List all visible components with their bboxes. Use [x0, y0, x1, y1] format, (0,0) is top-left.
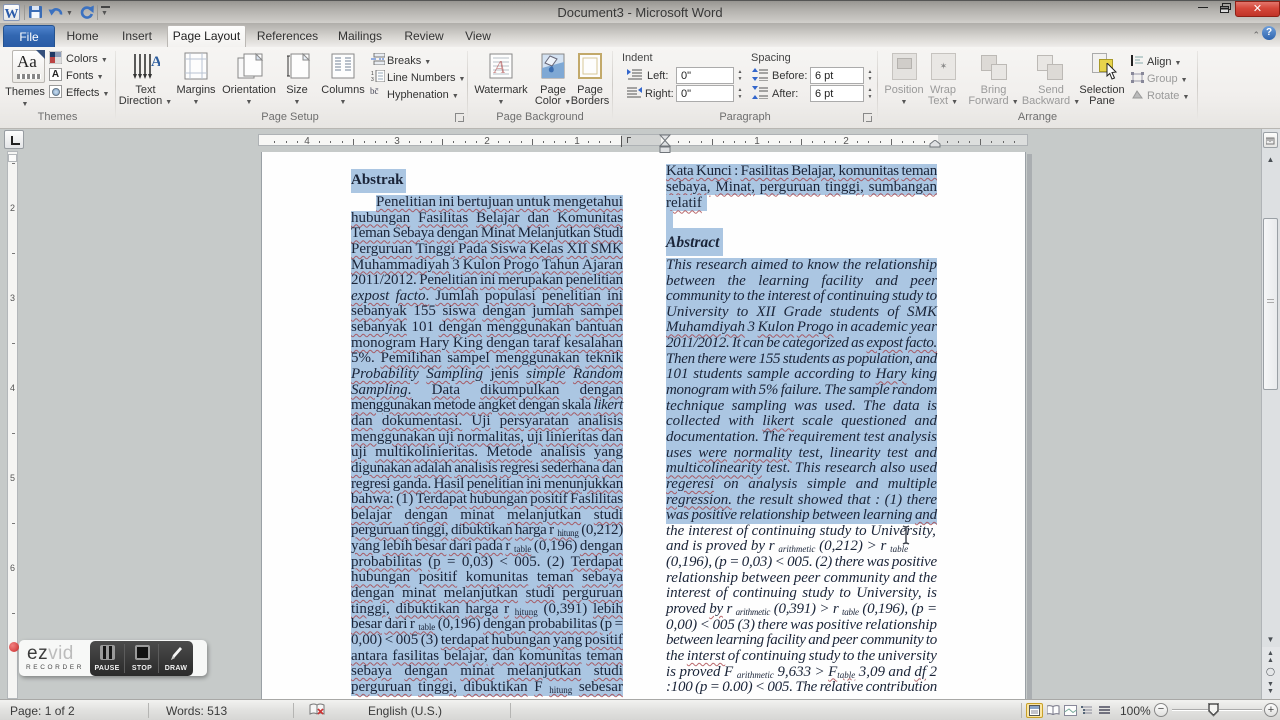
svg-text:A: A: [493, 57, 506, 77]
svg-text:3: 3: [371, 77, 374, 82]
svg-text:A: A: [151, 54, 160, 70]
